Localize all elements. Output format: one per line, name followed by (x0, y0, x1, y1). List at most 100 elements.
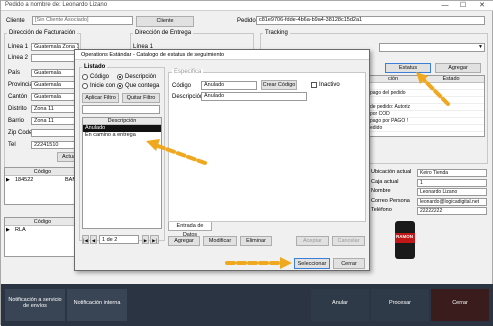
shipping-title: Dirección de Entrega (133, 30, 194, 36)
minimize-button[interactable]: — (438, 1, 452, 11)
radio-descripcion[interactable] (117, 74, 123, 80)
chevron-down-icon: ▼ (478, 44, 483, 50)
codigo-label: Código (172, 83, 192, 89)
filter-input[interactable] (82, 105, 160, 114)
pais-input[interactable]: Guatemala (31, 69, 79, 77)
barrio-input[interactable]: Zona 11 (31, 117, 79, 125)
item2-code: RLA (15, 227, 26, 233)
pais-label: País (8, 70, 21, 76)
tel-input[interactable]: 22241510 (31, 141, 79, 149)
info-label: Correo Persona (371, 197, 410, 204)
info-value[interactable]: 22222222 (417, 207, 487, 215)
dialog-agregar-button[interactable]: Agregar (168, 236, 200, 246)
inactivo-label: Inactivo (319, 82, 340, 88)
radio-descripcion-label: Descripción (125, 74, 157, 80)
info-value[interactable]: Keiro Tienda (417, 169, 487, 177)
pager-next-icon[interactable]: ▶ (142, 235, 149, 244)
cerrar-main-button[interactable]: Cerrar (431, 289, 489, 321)
can-product-image: RAMON (395, 221, 415, 259)
cliente-input[interactable]: [Sin Cliente Asociado] (32, 16, 133, 25)
tracking-grid: ción Estado pago del pedido de pedido: Au… (367, 75, 485, 137)
codigo-col-header: Código (5, 168, 80, 176)
row-expand-icon[interactable]: ▶ (6, 177, 10, 183)
title-bar: Pedido a nombre de: Leonardo Lizano — ☐ … (1, 1, 493, 11)
dialog-cerrar-button[interactable]: Cerrar (333, 258, 365, 269)
distrito-input[interactable]: Zona 11 (31, 105, 79, 113)
tracking-status-select[interactable]: ▼ (379, 43, 485, 52)
tracking-row[interactable]: pago del pedido (368, 90, 484, 97)
inactivo-checkbox[interactable] (311, 82, 317, 88)
zip-input[interactable] (31, 129, 79, 137)
linea2-input[interactable] (31, 54, 79, 62)
radio-codigo[interactable] (82, 74, 88, 80)
notif-interna-button[interactable]: Notificación interna (67, 289, 127, 321)
tracking-title: Tracking (263, 30, 290, 36)
tracking-row[interactable] (368, 97, 484, 104)
aplicar-filtro-button[interactable]: Aplicar Filtro (82, 93, 119, 103)
especifica-title: Especifica (172, 69, 204, 75)
maximize-button[interactable]: ☐ (456, 1, 470, 11)
dialog-modificar-button[interactable]: Modificar (203, 236, 237, 246)
dialog-aceptar-button[interactable]: Aceptar (296, 236, 329, 246)
dialog-eliminar-button[interactable]: Eliminar (240, 236, 272, 246)
tracking-row[interactable]: pago por PAGO ! (368, 118, 484, 125)
tracking-col-header: Estado (418, 76, 484, 83)
tracking-row[interactable]: edido (368, 125, 484, 132)
descripcion-input[interactable]: Anulado (201, 92, 307, 101)
estatus-button[interactable]: Estatus (385, 63, 431, 73)
billing-title: Dirección de Facturación (7, 30, 78, 36)
items-grid: Código ▶ 184522 BAME (4, 167, 81, 205)
items-grid-2: Código ▶ RLA (4, 217, 81, 257)
tracking-row[interactable] (368, 83, 484, 90)
item-code: 184522 (15, 177, 34, 183)
crear-codigo-button[interactable]: Crear Código (261, 80, 297, 90)
linea1-input[interactable]: Guatemala Zona 11 (31, 43, 79, 51)
tracking-row[interactable]: de pedido: Autoriz (368, 104, 484, 111)
seleccionar-button[interactable]: Seleccionar (294, 258, 330, 269)
tracking-row[interactable]: por COD (368, 111, 484, 118)
row-expand-icon[interactable]: ▶ (6, 227, 10, 233)
quitar-filtro-button[interactable]: Quitar Filtro (122, 93, 160, 103)
status-catalog-dialog: Operations Estándar - Catalogo de estatu… (74, 49, 370, 271)
info-label: Nombre (371, 188, 391, 194)
anular-button[interactable]: Anular (311, 289, 369, 321)
info-label: Caja actual (371, 178, 399, 185)
tracking-agregar-button[interactable]: Agregar (435, 63, 481, 73)
info-panel: Ubicación actual Keiro Tienda Caja actual 1… (369, 169, 489, 217)
status-list-item[interactable]: En camino a entrega (83, 132, 161, 139)
radio-inicia[interactable] (82, 83, 88, 89)
radio-inicia-label: Inicie con (90, 83, 116, 89)
window-title: Pedido a nombre de: Leonardo Lizano (5, 2, 108, 8)
close-window-button[interactable]: ✕ (475, 1, 489, 11)
pedido-id-input[interactable]: c81e9706-fdde-4b6a-b9a4-38128c15d2a1 (256, 16, 485, 25)
zip-label: Zip Code (8, 130, 33, 136)
pager-first-icon[interactable]: |◀ (82, 235, 89, 244)
radio-codigo-label: Código (90, 74, 110, 80)
dialog-cancelar-button[interactable]: Cancelar (332, 236, 365, 246)
notif-servicio-button[interactable]: Notificación a servicio de envíos (5, 289, 65, 321)
dialog-title: Operations Estándar - Catalogo de estatu… (81, 52, 225, 58)
provincia-input[interactable]: Guatemala (31, 81, 79, 89)
info-value[interactable]: leonardo@logicadigital.net (417, 197, 487, 206)
descripcion-label: Descripción (172, 94, 204, 100)
radio-contiene[interactable] (117, 83, 123, 89)
pager-prev-icon[interactable]: ◀ (90, 235, 97, 244)
dialog-title-bar: Operations Estándar - Catalogo de estatu… (75, 50, 369, 60)
pager-text[interactable]: 1 de 2 (99, 235, 139, 244)
pager-last-icon[interactable]: ▶| (150, 235, 159, 244)
tab-entrada-datos[interactable]: Entrada de Datos (168, 222, 212, 238)
tel-label: Tel (8, 142, 16, 148)
procesar-button[interactable]: Procesar (371, 289, 429, 321)
linea1-label: Línea 1 (8, 44, 29, 50)
cliente-button[interactable]: Cliente (136, 16, 194, 27)
info-value[interactable]: Leonardo Lizano (417, 188, 487, 196)
info-value[interactable]: 1 (417, 178, 487, 187)
linea2-label: Línea 2 (8, 55, 29, 61)
info-label: Teléfono (371, 207, 392, 213)
descripcion-col-header: Descripción (83, 118, 161, 125)
pedido-label: Pedido: (237, 18, 258, 24)
status-list-item[interactable]: Anulado (83, 125, 161, 132)
pager: |◀ ◀ 1 de 2 ▶ ▶| (82, 235, 164, 244)
codigo-input[interactable]: Anulado (201, 81, 257, 90)
canton-input[interactable]: Guatemala (31, 93, 79, 101)
